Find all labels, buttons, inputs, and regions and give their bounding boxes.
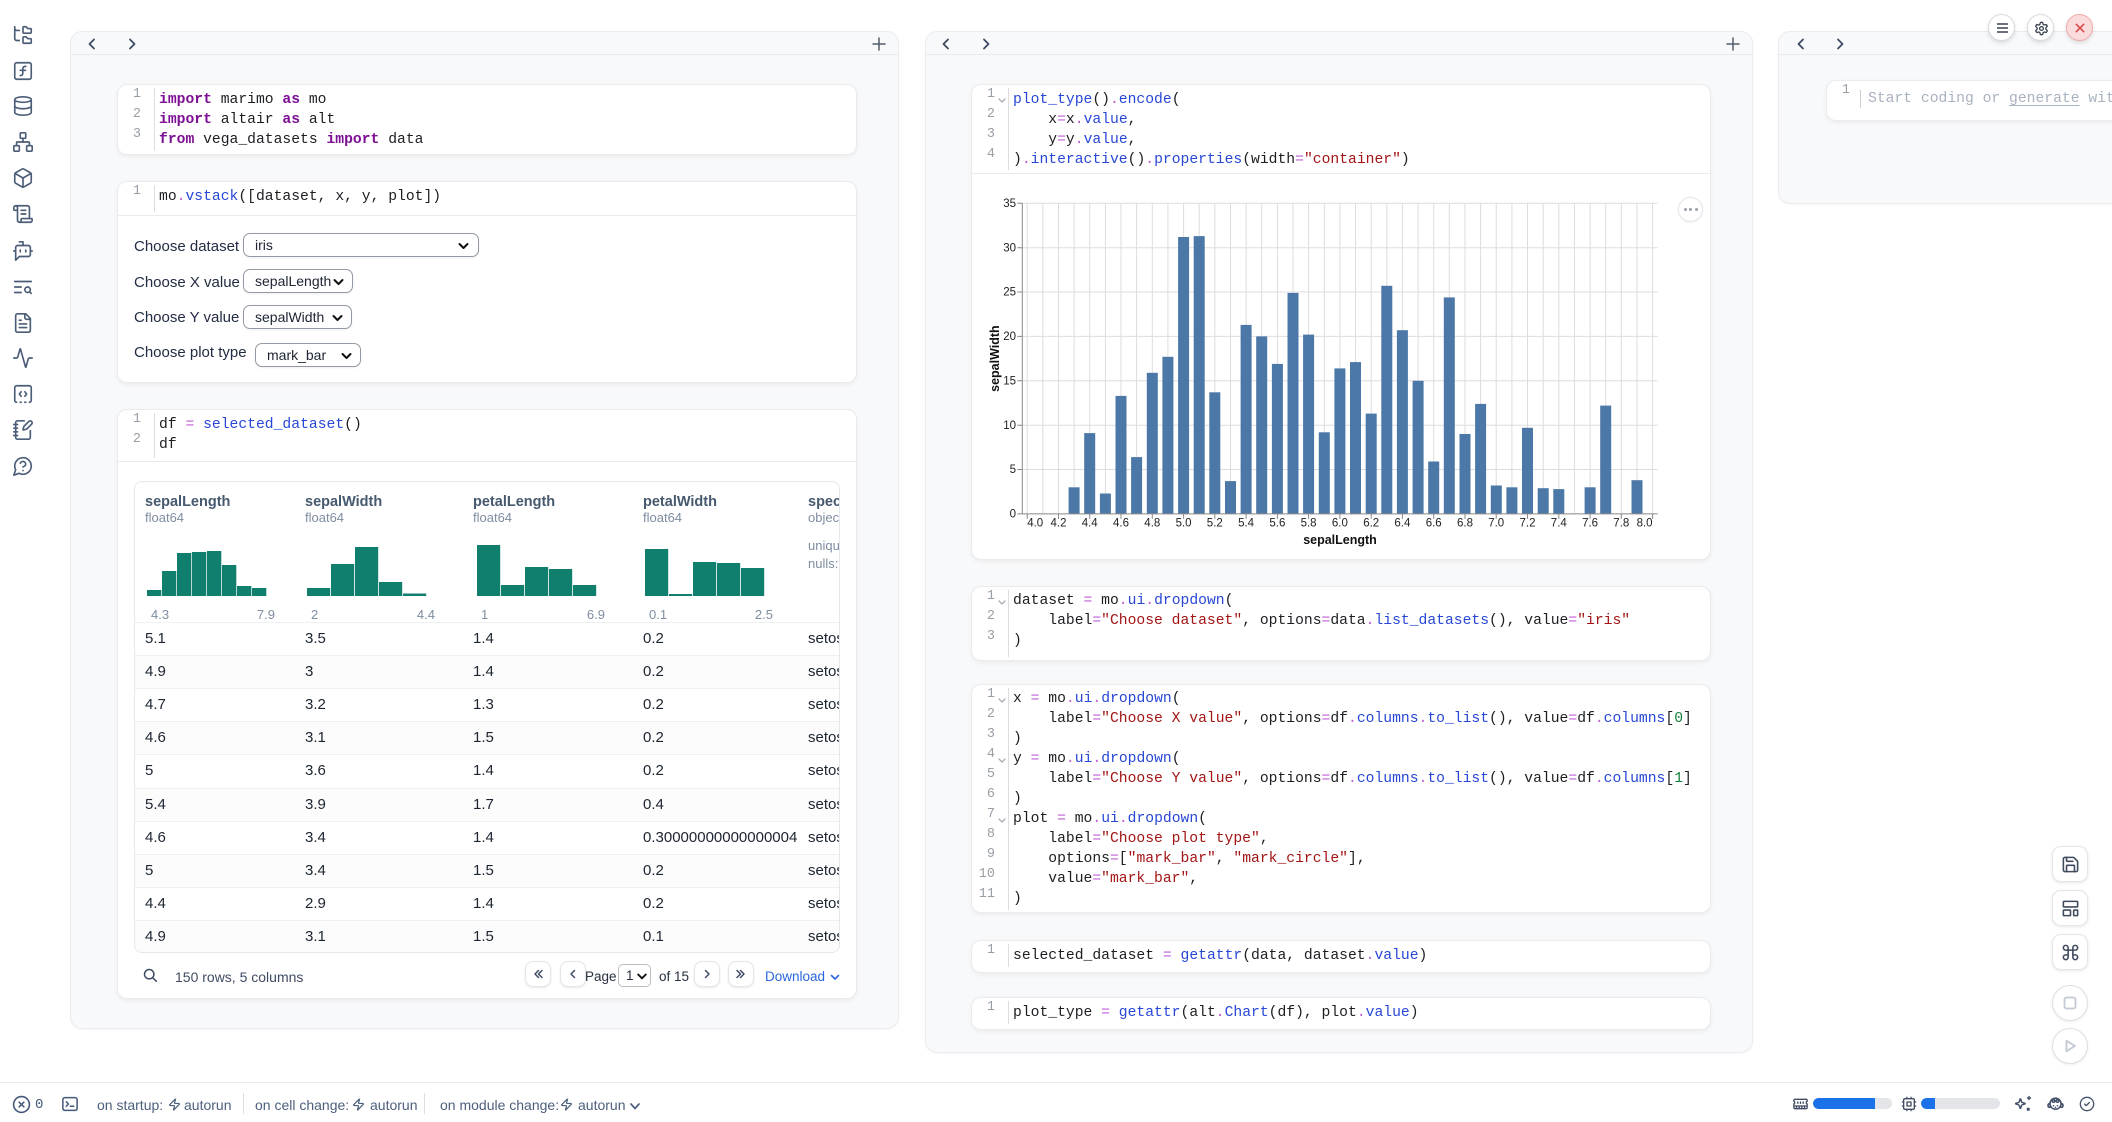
svg-text:5.0: 5.0 [1176,518,1192,530]
svg-text:10: 10 [1003,420,1016,432]
svg-text:4.6: 4.6 [1113,518,1129,530]
svg-text:7.2: 7.2 [1520,518,1536,530]
svg-text:5: 5 [1010,464,1016,476]
svg-text:7.0: 7.0 [1488,518,1504,530]
svg-text:5.6: 5.6 [1269,518,1285,530]
svg-text:5.4: 5.4 [1238,518,1255,530]
svg-text:6.6: 6.6 [1426,518,1442,530]
svg-text:7.6: 7.6 [1582,518,1598,530]
svg-text:sepalWidth: sepalWidth [988,325,1002,392]
svg-text:7.8: 7.8 [1613,518,1629,530]
svg-text:0: 0 [1010,509,1016,521]
svg-text:4.2: 4.2 [1051,518,1067,530]
svg-text:4.0: 4.0 [1027,518,1043,530]
svg-text:4.4: 4.4 [1082,518,1099,530]
svg-text:7.4: 7.4 [1551,518,1568,530]
svg-text:20: 20 [1003,331,1016,343]
svg-text:5.8: 5.8 [1301,518,1317,530]
svg-text:30: 30 [1003,242,1016,254]
svg-text:35: 35 [1003,198,1016,210]
svg-text:4.8: 4.8 [1144,518,1160,530]
svg-text:6.2: 6.2 [1363,518,1379,530]
svg-text:15: 15 [1003,375,1016,387]
svg-text:sepalLength: sepalLength [1303,533,1377,547]
svg-text:8.0: 8.0 [1637,518,1653,530]
svg-text:6.0: 6.0 [1332,518,1348,530]
svg-text:6.8: 6.8 [1457,518,1473,530]
svg-text:25: 25 [1003,287,1016,299]
svg-text:5.2: 5.2 [1207,518,1223,530]
svg-text:6.4: 6.4 [1394,518,1411,530]
